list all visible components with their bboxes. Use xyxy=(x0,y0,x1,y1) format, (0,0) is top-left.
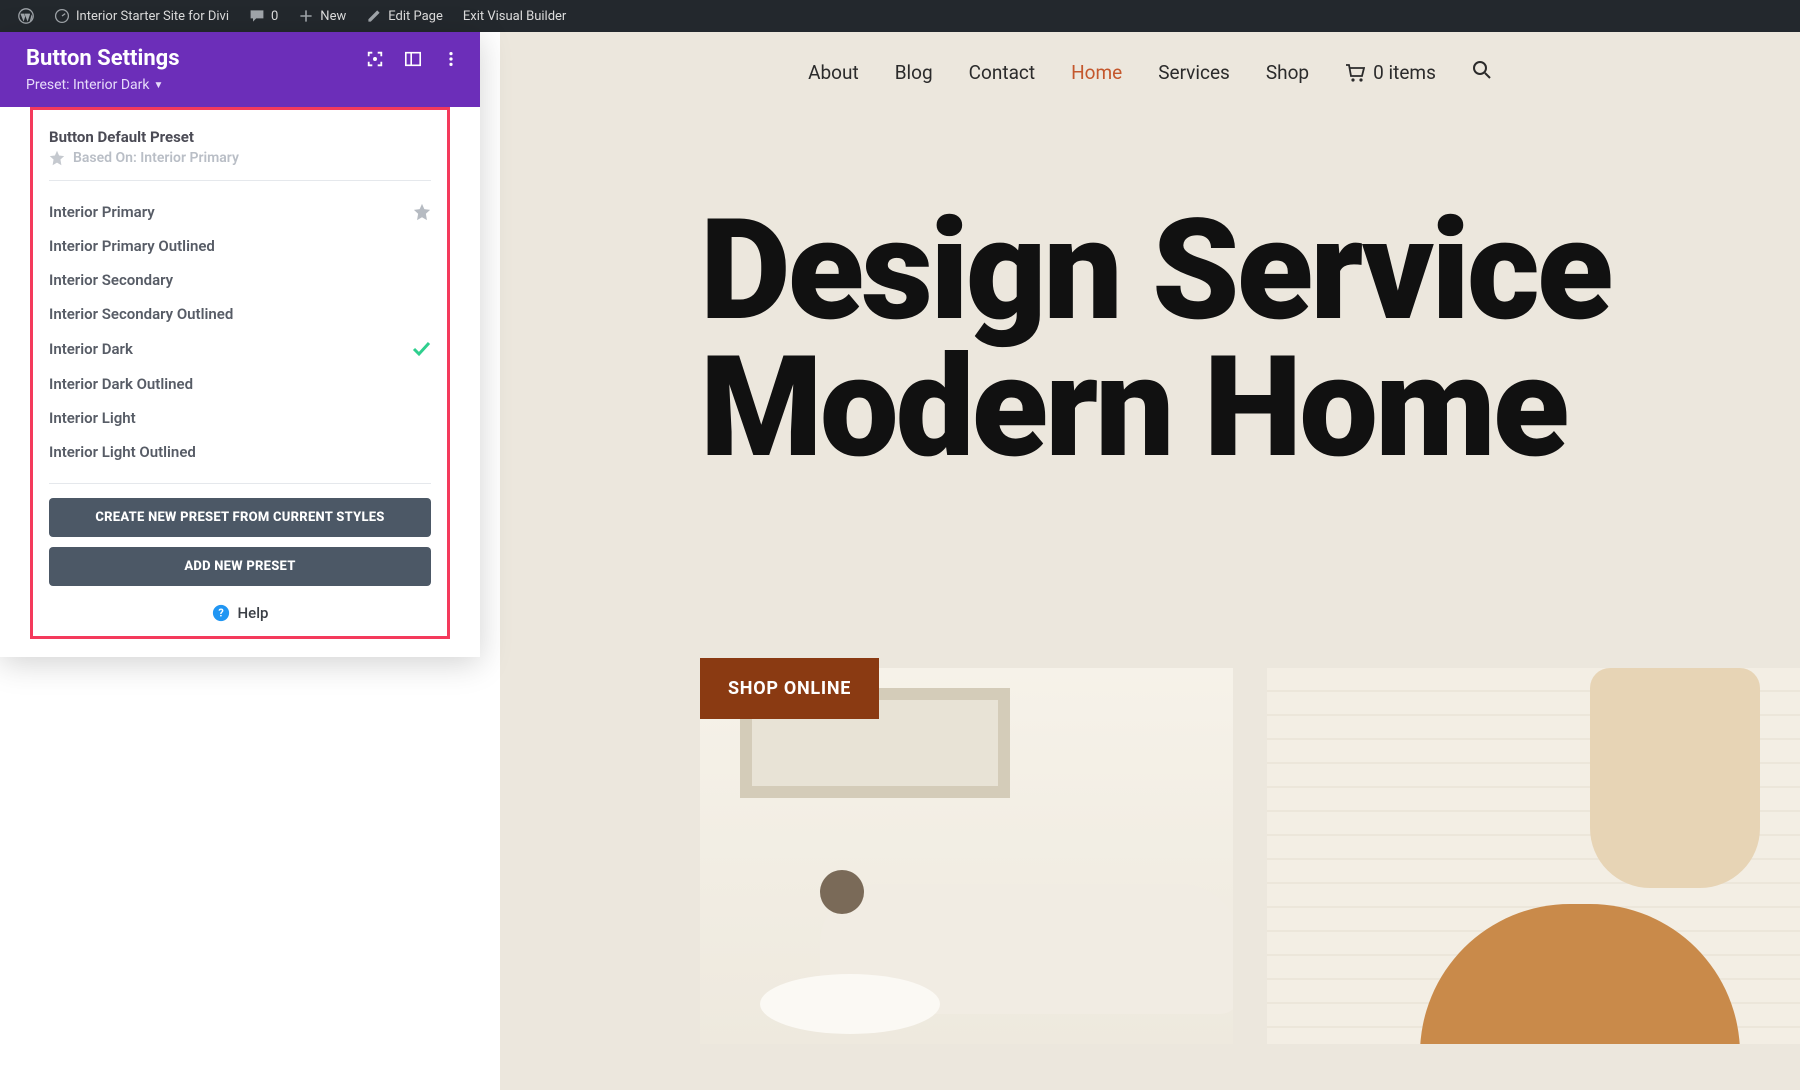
divider xyxy=(49,180,431,181)
nav-item-home[interactable]: Home xyxy=(1071,61,1122,84)
shop-online-button[interactable]: SHOP ONLINE xyxy=(700,658,879,719)
edit-page-menu[interactable]: Edit Page xyxy=(356,0,453,32)
hero-section: Design Service Modern Home SHOP ONLINE xyxy=(500,113,1800,1090)
hero-gallery xyxy=(700,668,1800,1044)
builder-sidebar-area: er ⋮ Button Settings Preset: Interior Da… xyxy=(0,32,500,1090)
preset-item[interactable]: Interior Primary xyxy=(49,195,431,229)
nav-item-contact[interactable]: Contact xyxy=(969,61,1035,84)
site-name-label: Interior Starter Site for Divi xyxy=(76,9,229,24)
help-label: Help xyxy=(238,604,269,622)
edit-page-label: Edit Page xyxy=(388,9,443,24)
star-icon xyxy=(49,150,65,166)
based-on-label: Based On: Interior Primary xyxy=(73,150,239,166)
page-preview: About Blog Contact Home Services Shop 0 items… xyxy=(500,32,1800,1090)
preset-item[interactable]: Interior Light Outlined xyxy=(49,435,431,469)
preset-item-label: Interior Light Outlined xyxy=(49,443,196,461)
preset-item-label: Interior Dark Outlined xyxy=(49,375,193,393)
help-icon: ? xyxy=(212,604,230,622)
comment-icon xyxy=(249,8,265,24)
focus-icon[interactable] xyxy=(366,50,384,68)
search-icon xyxy=(1472,60,1492,80)
preset-item-label: Interior Dark xyxy=(49,340,133,358)
add-preset-button[interactable]: ADD NEW PRESET xyxy=(49,547,431,586)
presets-dropdown: Button Default Preset Based On: Interior… xyxy=(30,107,450,639)
cart-link[interactable]: 0 items xyxy=(1345,61,1436,84)
new-content-menu[interactable]: New xyxy=(288,0,356,32)
nav-item-shop[interactable]: Shop xyxy=(1266,61,1309,84)
based-on-row: Based On: Interior Primary xyxy=(49,150,431,166)
star-icon xyxy=(413,203,431,221)
preset-selector[interactable]: Preset: Interior Dark ▼ xyxy=(26,77,460,93)
panel-layout-icon[interactable] xyxy=(404,50,422,68)
comments-count: 0 xyxy=(271,9,278,24)
panel-header: Button Settings Preset: Interior Dark ▼ xyxy=(0,32,480,107)
nav-item-blog[interactable]: Blog xyxy=(895,61,933,84)
nav-item-services[interactable]: Services xyxy=(1158,61,1230,84)
pencil-icon xyxy=(366,8,382,24)
hero-image-1 xyxy=(700,668,1233,1044)
new-label: New xyxy=(320,9,346,24)
svg-text:?: ? xyxy=(218,607,223,620)
preset-item-label: Interior Secondary xyxy=(49,271,173,289)
hero-headline-line1: Design Service xyxy=(700,203,1800,340)
panel-title: Button Settings xyxy=(26,46,180,71)
help-link[interactable]: ? Help xyxy=(49,604,431,622)
dashboard-icon xyxy=(54,8,70,24)
site-nav: About Blog Contact Home Services Shop 0 items xyxy=(500,32,1800,113)
default-preset-section[interactable]: Button Default Preset Based On: Interior… xyxy=(49,128,431,166)
preset-selector-label: Preset: Interior Dark xyxy=(26,77,150,93)
wp-logo[interactable] xyxy=(8,0,44,32)
preset-item-label: Interior Light xyxy=(49,409,136,427)
comments-menu[interactable]: 0 xyxy=(239,0,288,32)
hero-headline-line2: Modern Home xyxy=(700,340,1800,477)
exit-visual-builder[interactable]: Exit Visual Builder xyxy=(453,0,576,32)
check-icon xyxy=(411,339,431,359)
hero-image-2 xyxy=(1267,668,1800,1044)
cart-icon xyxy=(1345,63,1365,83)
wp-admin-bar: Interior Starter Site for Divi 0 New Edi… xyxy=(0,0,1800,32)
preset-item-label: Interior Primary xyxy=(49,203,155,221)
preset-item[interactable]: Interior Secondary xyxy=(49,263,431,297)
preset-item[interactable]: Interior Light xyxy=(49,401,431,435)
default-preset-title: Button Default Preset xyxy=(49,128,431,146)
preset-item-label: Interior Secondary Outlined xyxy=(49,305,233,323)
preset-item[interactable]: Interior Primary Outlined xyxy=(49,229,431,263)
cart-count-label: 0 items xyxy=(1373,61,1436,84)
site-name-menu[interactable]: Interior Starter Site for Divi xyxy=(44,0,239,32)
wordpress-icon xyxy=(18,8,34,24)
preset-item[interactable]: Interior Dark xyxy=(49,331,431,367)
preset-item-label: Interior Primary Outlined xyxy=(49,237,215,255)
more-vert-icon[interactable] xyxy=(442,50,460,68)
exit-builder-label: Exit Visual Builder xyxy=(463,9,566,24)
search-button[interactable] xyxy=(1472,60,1492,85)
preset-item[interactable]: Interior Secondary Outlined xyxy=(49,297,431,331)
preset-item[interactable]: Interior Dark Outlined xyxy=(49,367,431,401)
create-preset-button[interactable]: CREATE NEW PRESET FROM CURRENT STYLES xyxy=(49,498,431,537)
button-settings-panel: Button Settings Preset: Interior Dark ▼ … xyxy=(0,32,480,657)
caret-down-icon: ▼ xyxy=(154,80,164,91)
presets-list: Interior Primary Interior Primary Outline… xyxy=(49,195,431,469)
plus-icon xyxy=(298,8,314,24)
divider xyxy=(49,483,431,484)
nav-item-about[interactable]: About xyxy=(808,61,859,84)
